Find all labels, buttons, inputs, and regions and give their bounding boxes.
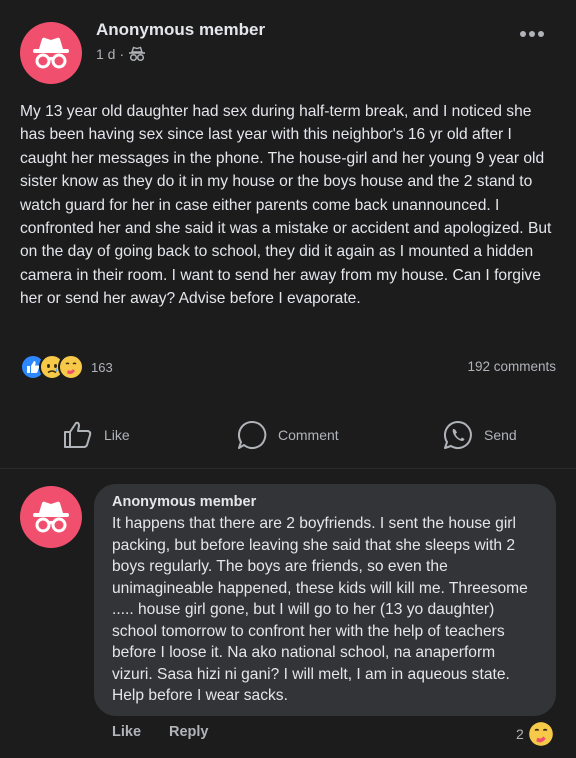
thumbs-up-icon [64,421,92,448]
comment-bubble-icon [237,420,267,449]
like-button[interactable]: Like [62,417,130,453]
comment-text: It happens that there are 2 boyfriends. … [112,515,528,704]
reactions-summary[interactable]: 163 [20,352,113,382]
incognito-icon [33,37,69,69]
care-reaction-icon [58,354,84,380]
anonymous-avatar[interactable] [20,22,82,84]
send-button[interactable]: Send [442,417,517,453]
comment-actions: Like Reply [112,724,209,746]
post-meta: 1 d · [96,46,146,62]
post-timestamp[interactable]: 1 d [96,46,115,62]
commenter-avatar[interactable] [20,486,82,548]
comment-reaction-count: 2 [516,726,524,742]
whatsapp-icon [443,420,472,449]
comment-author-name[interactable]: Anonymous member [112,494,538,510]
dot-icon [520,31,526,37]
more-options-button[interactable] [515,24,549,44]
send-label: Send [484,427,517,443]
comment-reactions[interactable]: 2 [516,719,554,749]
section-divider [0,468,576,469]
comment-bubble: Anonymous member It happens that there a… [94,484,556,716]
like-label: Like [104,427,130,443]
incognito-small-icon [129,46,146,62]
comment-like-button[interactable]: Like [112,724,141,746]
post-action-bar: Like Comment Send [0,405,576,465]
dot-icon [538,31,544,37]
dot-icon [529,31,535,37]
care-reaction-icon [528,722,553,746]
comments-count-link[interactable]: 192 comments [467,359,556,374]
comment-button[interactable]: Comment [236,417,339,453]
comment-reply-button[interactable]: Reply [169,724,209,746]
post-author-name[interactable]: Anonymous member [96,20,265,40]
meta-separator: · [119,46,125,62]
post-header: Anonymous member 1 d · [0,0,576,100]
comment-label: Comment [278,427,339,443]
incognito-icon [33,501,69,533]
post-body-text: My 13 year old daughter had sex during h… [20,103,552,308]
reaction-count: 163 [91,359,113,375]
